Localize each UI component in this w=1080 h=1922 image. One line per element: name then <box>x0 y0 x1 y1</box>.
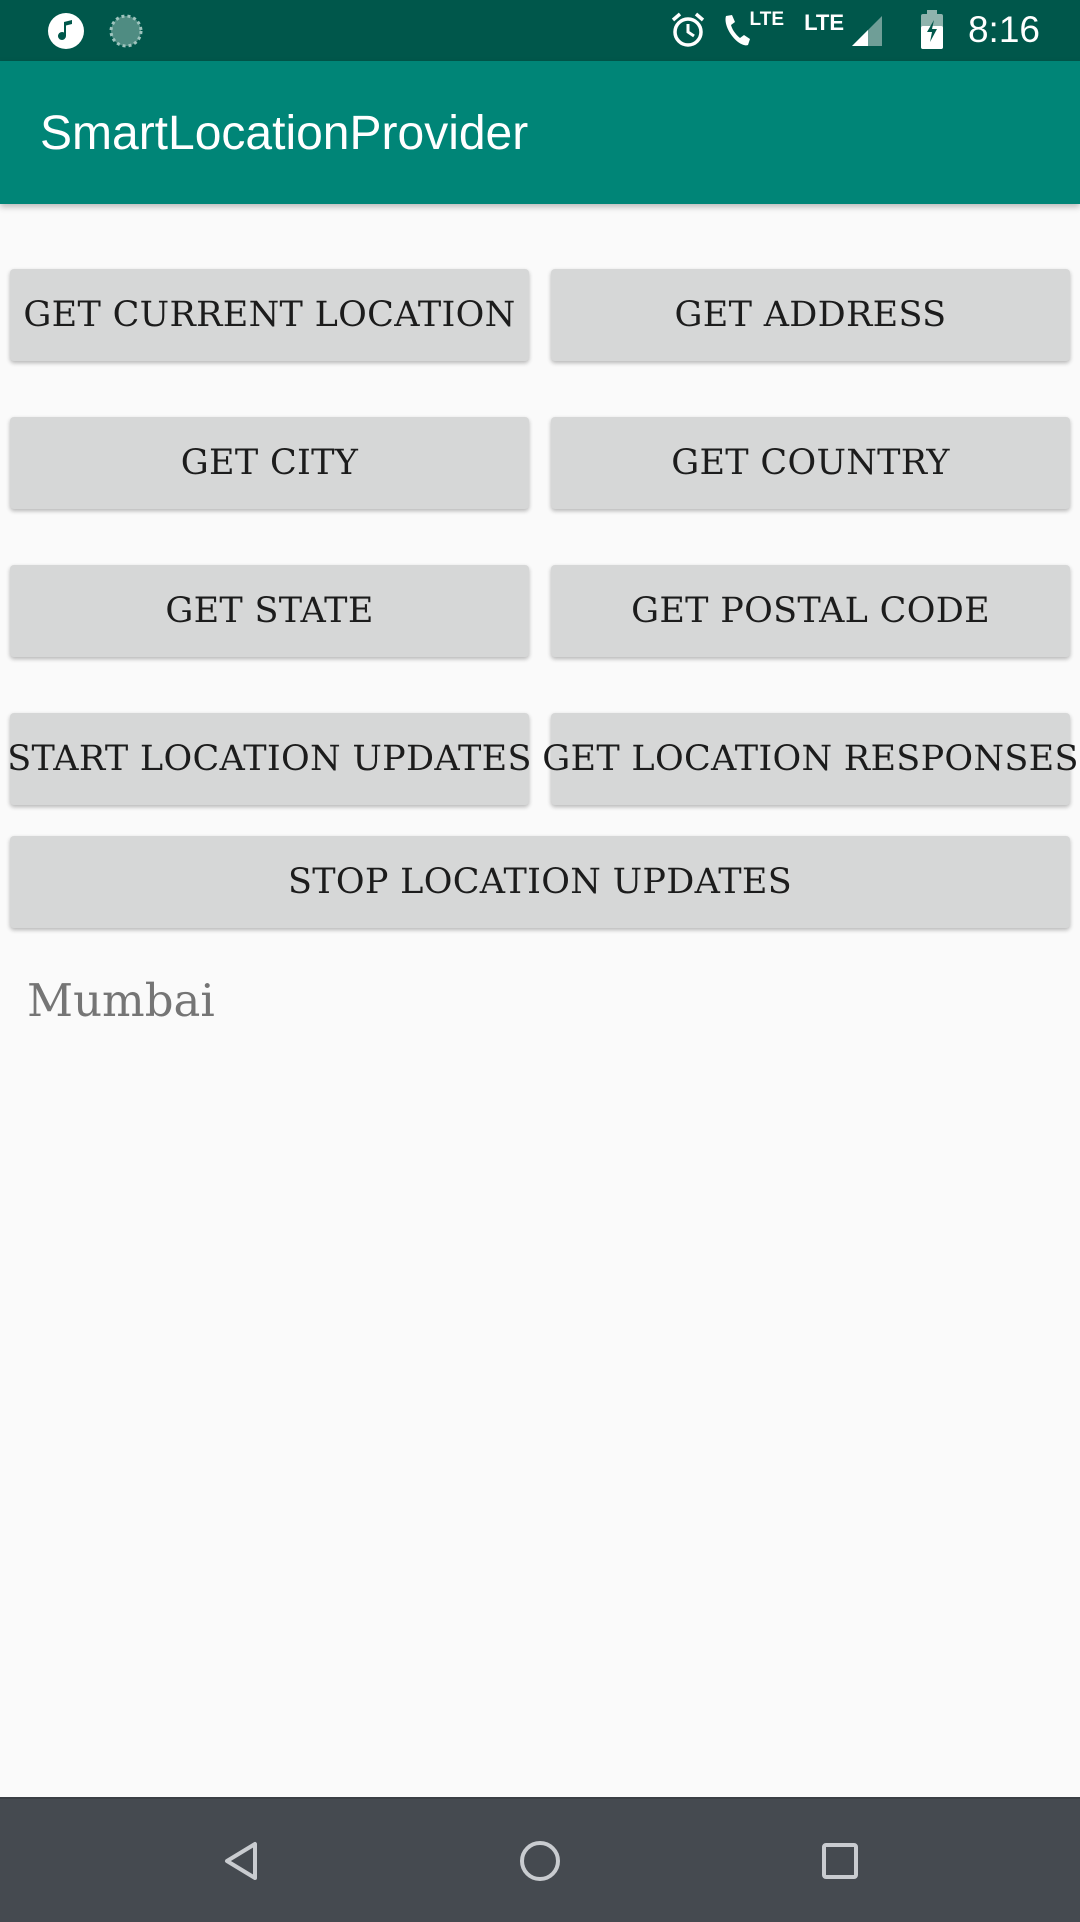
app-title: SmartLocationProvider <box>40 107 529 160</box>
battery-charging-icon <box>920 10 944 54</box>
get-postal-code-button[interactable]: GET POSTAL CODE <box>551 565 1070 657</box>
get-country-button[interactable]: GET COUNTRY <box>551 417 1070 509</box>
get-address-button[interactable]: GET ADDRESS <box>551 269 1070 361</box>
recents-icon[interactable] <box>810 1831 870 1891</box>
clock: 8:16 <box>967 9 1040 50</box>
get-location-responses-button[interactable]: GET LOCATION RESPONSES <box>542 713 1078 805</box>
network-label-1: LTE <box>749 9 784 30</box>
stop-location-updates-button[interactable]: STOP LOCATION UPDATES <box>10 836 1070 928</box>
home-icon[interactable] <box>510 1831 570 1891</box>
get-state-button[interactable]: GET STATE <box>10 565 529 657</box>
back-icon[interactable] <box>211 1831 271 1891</box>
nav-bar <box>0 1797 1080 1922</box>
status-bar: LTE LTE 8:16 <box>0 0 1080 61</box>
music-icon <box>48 13 84 49</box>
get-current-location-button[interactable]: GET CURRENT LOCATION <box>10 269 529 361</box>
signal-icon <box>850 14 884 52</box>
result-text: Mumbai <box>27 974 215 1027</box>
get-city-button[interactable]: GET CITY <box>10 417 529 509</box>
start-location-updates-button[interactable]: START LOCATION UPDATES <box>7 713 531 805</box>
app-bar: SmartLocationProvider <box>0 61 1080 204</box>
alarm-icon <box>669 11 707 53</box>
loader-icon <box>108 13 144 49</box>
network-label-2: LTE <box>804 10 844 35</box>
